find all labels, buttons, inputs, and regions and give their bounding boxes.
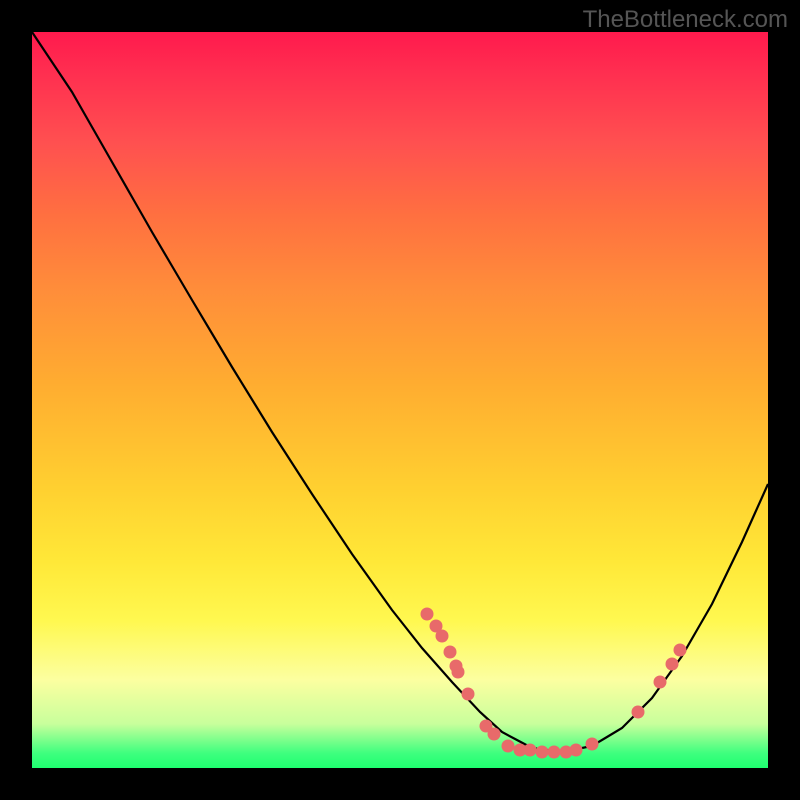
data-dot: [570, 744, 583, 757]
data-dot: [548, 746, 561, 759]
data-dot: [436, 630, 449, 643]
data-dot: [536, 746, 549, 759]
data-dot: [586, 738, 599, 751]
data-dot: [488, 728, 501, 741]
data-dot: [502, 740, 515, 753]
data-dot: [654, 676, 667, 689]
dots-group: [421, 608, 687, 759]
data-dot: [452, 666, 465, 679]
plot-area: [32, 32, 768, 768]
data-dot: [632, 706, 645, 719]
data-dot: [524, 744, 537, 757]
chart-svg: [32, 32, 768, 768]
data-dot: [674, 644, 687, 657]
watermark-text: TheBottleneck.com: [583, 6, 788, 34]
data-dot: [444, 646, 457, 659]
data-dot: [666, 658, 679, 671]
data-dot: [421, 608, 434, 621]
bottleneck-curve: [32, 32, 768, 752]
data-dot: [462, 688, 475, 701]
